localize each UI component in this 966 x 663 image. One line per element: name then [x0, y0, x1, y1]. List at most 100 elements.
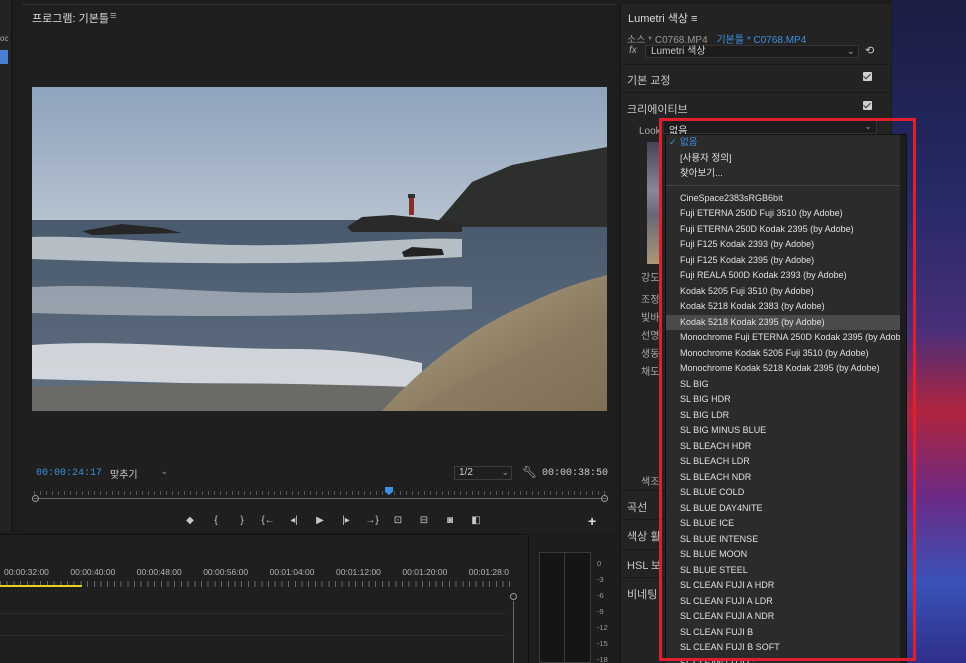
look-option[interactable]: Monochrome Kodak 5218 Kodak 2395 (by Ado… [666, 361, 906, 377]
adjustments-label[interactable]: 조정 [641, 291, 659, 306]
effect-select[interactable]: Lumetri 색상 ⌄ [645, 45, 859, 58]
fx-icon[interactable]: fx [629, 45, 637, 56]
scrub-start-handle[interactable] [32, 495, 39, 502]
section-creative[interactable]: 크리에이티브 [627, 101, 688, 117]
lift-icon[interactable]: ⊡ [385, 513, 411, 529]
look-option[interactable]: Kodak 5218 Kodak 2395 (by Adobe) [666, 314, 906, 330]
scrub-bar[interactable] [32, 489, 608, 502]
go-to-in-icon[interactable]: {← [255, 513, 281, 529]
look-option[interactable]: 찾아보기... [666, 166, 906, 182]
creative-checkbox[interactable] [863, 101, 872, 110]
panel-title[interactable]: Lumetri 색상 ≡ [628, 10, 697, 26]
work-area-bar[interactable] [0, 585, 82, 587]
look-option-label: SL BIG [680, 378, 709, 389]
look-option[interactable]: SL CLEAN FUJI A LDR [666, 594, 906, 610]
ruler-timecode-label: 00:01:12:00 [336, 567, 381, 577]
timeline-panel: 00:00:32:00 00:00:40:00 00:00:48:00 00:00:5… [0, 534, 526, 663]
look-option[interactable]: SL CLEAN FUJI A NDR [666, 609, 906, 625]
marker-icon[interactable]: ◆ [177, 513, 203, 529]
look-option[interactable]: Kodak 5218 Kodak 2383 (by Adobe) [666, 299, 906, 315]
look-option[interactable]: [사용자 정의] [666, 151, 906, 167]
track-divider [0, 613, 505, 614]
look-option[interactable]: SL BLEACH LDR [666, 454, 906, 470]
look-option[interactable]: Monochrome Fuji ETERNA 250D Kodak 2395 (… [666, 330, 906, 346]
selected-clip-swatch[interactable] [0, 50, 8, 64]
look-option-label: Monochrome Kodak 5205 Fuji 3510 (by Adob… [680, 347, 869, 358]
step-forward-icon[interactable]: |▸ [333, 513, 359, 529]
look-option[interactable]: Fuji F125 Kodak 2393 (by Adobe) [666, 237, 906, 253]
section-curves[interactable]: 곡선 [627, 499, 647, 515]
extract-icon[interactable]: ⊟ [411, 513, 437, 529]
look-option[interactable]: Fuji F125 Kodak 2395 (by Adobe) [666, 253, 906, 269]
add-button[interactable]: + [588, 513, 596, 529]
scrollbar-handle[interactable] [510, 593, 517, 600]
look-option[interactable]: SL BLUE STEEL [666, 563, 906, 579]
basic-correction-checkbox[interactable] [863, 72, 872, 81]
look-option[interactable]: SL BLUE MOON [666, 547, 906, 563]
section-vignette[interactable]: 비네팅 [627, 586, 657, 602]
look-option[interactable]: SL BLUE ICE [666, 516, 906, 532]
look-select[interactable]: 없음 ⌄ [663, 120, 877, 137]
section-hsl[interactable]: HSL 보 [627, 557, 661, 573]
go-to-out-icon[interactable]: →} [359, 513, 385, 529]
saturation-label: 채도 [641, 367, 660, 378]
ruler-timecode-label: 00:01:04:00 [269, 567, 315, 577]
look-option[interactable]: Fuji ETERNA 250D Kodak 2395 (by Adobe) [666, 222, 906, 238]
step-back-icon[interactable]: ◂| [281, 513, 307, 529]
effect-select-value: Lumetri 색상 [651, 46, 706, 57]
chevron-down-icon: ⌄ [501, 467, 509, 477]
meter-scale-label: -15 [597, 639, 608, 648]
look-option-label: Fuji ETERNA 250D Fuji 3510 (by Adobe) [680, 208, 843, 218]
section-color-wheels[interactable]: 색상 휠 [627, 528, 660, 544]
look-option[interactable]: Fuji ETERNA 250D Fuji 3510 (by Adobe) [666, 206, 906, 222]
look-option-label: SL BLUE MOON [680, 549, 748, 559]
dropdown-scrollbar[interactable] [900, 135, 906, 663]
look-option[interactable]: SL BIG LDR [666, 408, 906, 424]
look-option[interactable]: SL BLEACH HDR [666, 439, 906, 455]
scrub-end-handle[interactable] [601, 495, 608, 502]
program-monitor-title[interactable]: 프로그램: 기본틀 [32, 10, 109, 26]
look-option[interactable]: SL CLEAN FUJI B SOFT [666, 640, 906, 656]
look-option[interactable]: SL CLEAN FUJI A HDR [666, 578, 906, 594]
look-option[interactable]: ✓ 없음 [666, 135, 906, 151]
look-option[interactable]: Fuji REALA 500D Kodak 2393 (by Adobe) [666, 268, 906, 284]
look-option[interactable]: SL BLUE DAY4NITE [666, 501, 906, 517]
in-point-icon[interactable]: { [203, 513, 229, 529]
look-option[interactable]: SL BIG MINUS BLUE [666, 423, 906, 439]
reset-icon[interactable]: ⟲ [865, 44, 874, 57]
transport-controls: ◆ { } {← ◂| ▶ |▸ →} ⊡ ⊟ ◙ ◧ [177, 513, 489, 529]
look-option[interactable]: CineSpace2383sRGB6bit [666, 191, 906, 207]
look-option[interactable]: SL BLUE INTENSE [666, 532, 906, 548]
look-preview-thumbnail[interactable] [647, 142, 661, 264]
play-icon[interactable]: ▶ [307, 513, 333, 529]
settings-wrench-icon[interactable]: 🔧︎ [522, 465, 537, 479]
meter-scale-label: -18 [597, 655, 608, 663]
look-option[interactable]: SL BLUE COLD [666, 485, 906, 501]
time-ruler[interactable]: 00:00:32:00 00:00:40:00 00:00:48:00 00:00:5… [0, 565, 510, 591]
playback-resolution-select[interactable]: 1/2 ⌄ [454, 466, 512, 480]
look-option[interactable]: SL BIG HDR [666, 392, 906, 408]
section-basic-correction[interactable]: 기본 교정 [627, 72, 671, 88]
current-timecode[interactable]: 00:00:24:17 [36, 468, 102, 479]
vibrance-label: 생동 [641, 349, 660, 360]
camera-icon[interactable]: ◙ [437, 513, 463, 529]
clip-tabs: 소스 * C0768.MP4 기본틀 * C0768.MP4 [627, 31, 806, 46]
sharpen-label: 선명 [641, 331, 660, 342]
panel-menu-icon[interactable]: ≡ [110, 10, 116, 22]
scrub-track [34, 498, 606, 499]
meter-scale-label: -9 [597, 607, 604, 616]
zoom-level-select[interactable]: 맞추기 ⌄ [110, 466, 170, 481]
out-point-icon[interactable]: } [229, 513, 255, 529]
look-option[interactable]: SL BLEACH NDR [666, 470, 906, 486]
look-option[interactable]: Kodak 5205 Fuji 3510 (by Adobe) [666, 284, 906, 300]
look-option-label: SL BLUE INTENSE [680, 533, 759, 544]
panel-menu-icon[interactable]: ≡ [691, 13, 697, 25]
look-option[interactable]: SL CLEAN FUJI B [666, 625, 906, 641]
timeline-vertical-scrollbar[interactable] [510, 593, 517, 663]
look-option[interactable]: SL CLEAN FUJI C [666, 656, 906, 663]
panel-edge-text: oc [0, 34, 9, 43]
compare-icon[interactable]: ◧ [463, 513, 489, 529]
look-option-label: Fuji F125 Kodak 2393 (by Adobe) [680, 239, 815, 249]
look-option[interactable]: Monochrome Kodak 5205 Fuji 3510 (by Adob… [666, 346, 906, 362]
look-option[interactable]: SL BIG [666, 377, 906, 393]
